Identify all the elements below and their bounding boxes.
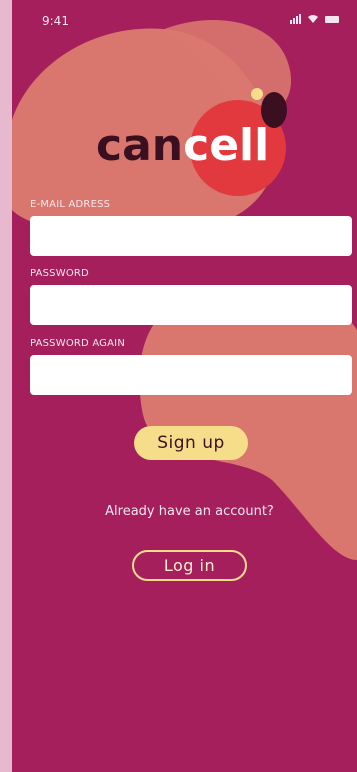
password-again-field[interactable]	[30, 355, 352, 395]
signal-icon	[290, 14, 301, 24]
login-button[interactable]: Log in	[132, 550, 247, 581]
email-label: E-MAIL ADRESS	[30, 199, 111, 210]
logo-part-can: can	[96, 120, 184, 171]
wifi-icon	[308, 15, 318, 23]
password-label: PASSWORD	[30, 268, 89, 279]
password-again-label: PASSWORD AGAIN	[30, 338, 125, 349]
logo-part-cell: cell	[183, 120, 270, 171]
signup-button[interactable]: Sign up	[134, 426, 248, 460]
status-time: 9:41	[42, 14, 69, 28]
already-have-account-text: Already have an account?	[105, 504, 274, 519]
status-bar: 9:41	[12, 0, 357, 44]
app-screen: 9:41 cancell E-MAIL ADRESS PASSWORD PASS…	[12, 0, 357, 772]
email-field[interactable]	[30, 216, 352, 256]
brand-logo: cancell	[96, 124, 269, 168]
battery-icon	[325, 16, 339, 23]
password-field[interactable]	[30, 285, 352, 325]
